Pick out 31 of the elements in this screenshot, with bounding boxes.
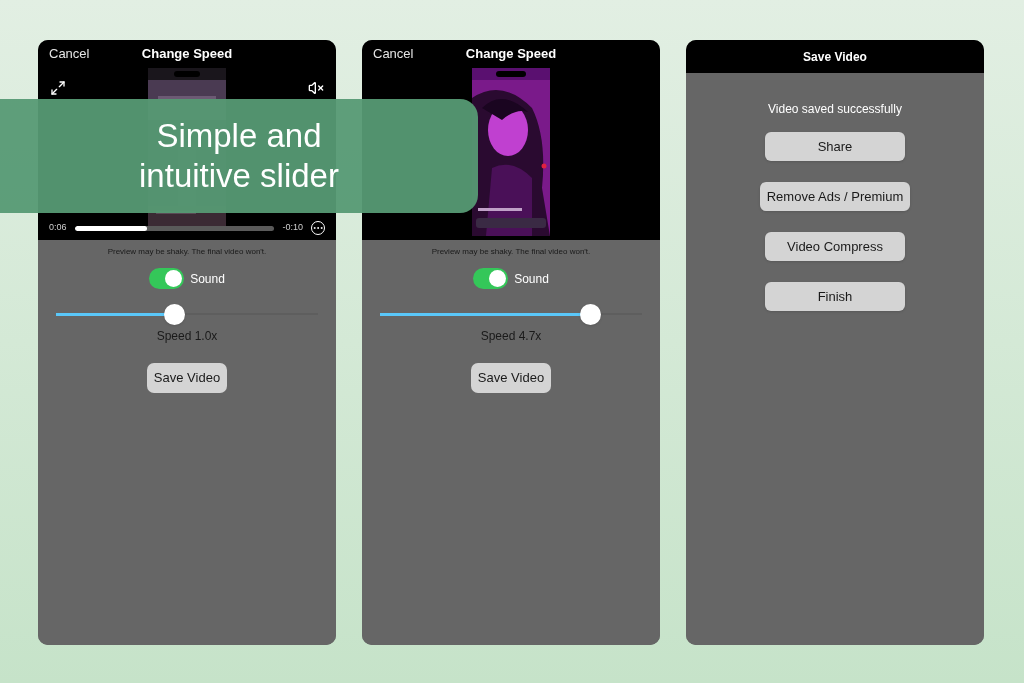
progress-bar[interactable] <box>74 225 275 231</box>
action-button[interactable]: Finish <box>765 282 905 311</box>
success-message: Video saved successfully <box>768 101 902 118</box>
sound-toggle[interactable] <box>149 268 185 289</box>
notice-text: Preview may be shaky. The final video won't. <box>107 246 267 258</box>
cancel-button[interactable]: Cancel <box>373 44 414 64</box>
speed-slider[interactable] <box>380 303 642 325</box>
caption-line: intuitive slider <box>139 156 339 196</box>
notice-text: Preview may be shaky. The final video won't. <box>431 246 591 258</box>
cancel-button[interactable]: Cancel <box>49 44 90 64</box>
action-button[interactable]: Share <box>765 132 905 161</box>
speed-label: Speed 4.7x <box>480 328 542 345</box>
sound-label: Sound <box>514 270 549 288</box>
elapsed-time: 0:06 <box>49 221 67 235</box>
action-button[interactable]: Video Compress <box>765 232 905 261</box>
mute-icon[interactable] <box>308 80 324 96</box>
slider-thumb[interactable] <box>579 303 601 325</box>
save-video-button[interactable]: Save Video <box>470 363 552 393</box>
speed-label: Speed 1.0x <box>156 328 218 345</box>
screen-title: Save Video <box>803 48 867 66</box>
action-button[interactable]: Remove Ads / Premium <box>759 182 911 211</box>
sound-toggle[interactable] <box>473 268 509 289</box>
save-video-button[interactable]: Save Video <box>146 363 228 393</box>
slider-thumb[interactable] <box>163 303 185 325</box>
speed-slider[interactable] <box>56 303 318 325</box>
caption-line: Simple and <box>156 116 322 156</box>
expand-icon[interactable] <box>50 80 66 96</box>
sound-label: Sound <box>190 270 225 288</box>
screen-title: Change Speed <box>141 45 233 64</box>
screen-title: Change Speed <box>465 45 557 64</box>
remaining-time: -0:10 <box>282 221 303 235</box>
